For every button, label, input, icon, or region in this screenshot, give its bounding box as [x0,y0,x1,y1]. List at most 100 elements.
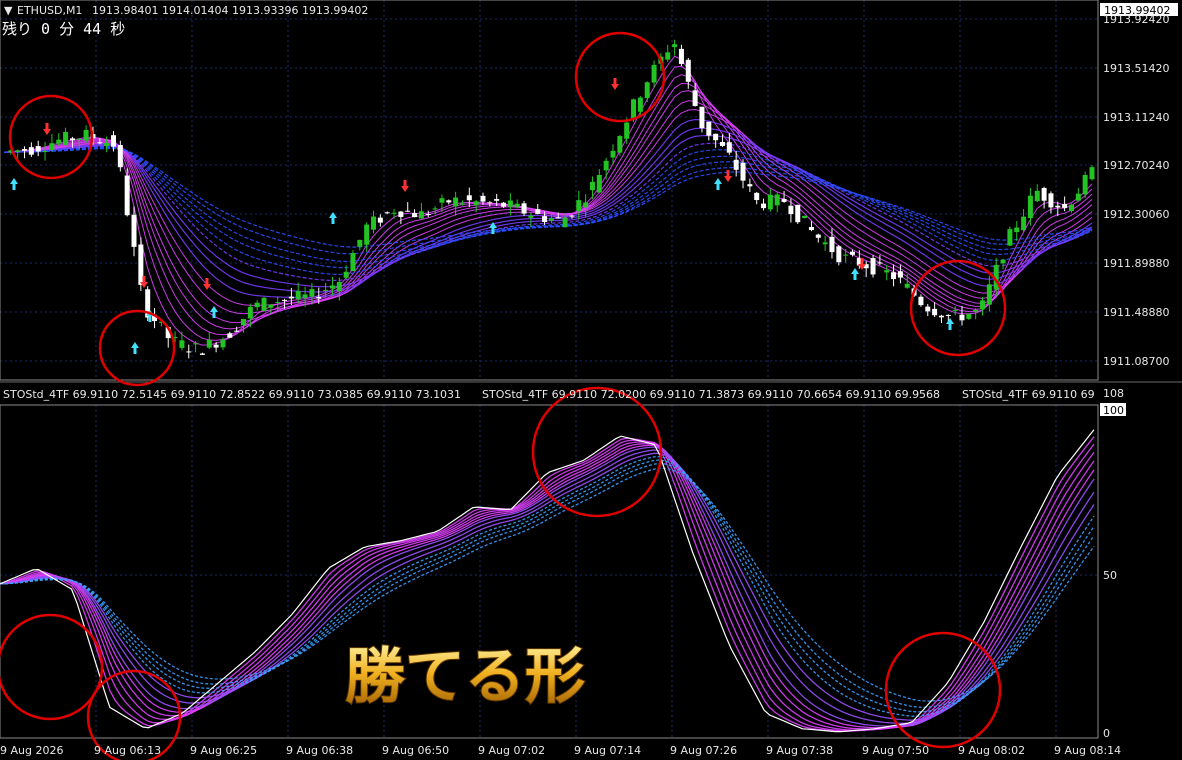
candle-countdown: 残り 0 分 44 秒 [2,20,125,38]
time-tick: 9 Aug 07:50 [862,744,929,757]
ma-ribbon [3,55,1093,346]
candle-body [336,281,342,292]
ohlc-values: 1913.98401 1914.01404 1913.93396 1913.99… [92,4,368,17]
candle-body [973,309,979,312]
candle-body [83,129,89,141]
candle-body [124,175,130,216]
candle-body [843,254,849,256]
ma-line [3,74,1093,336]
chart-window[interactable]: ▼ ETHUSD,M1 1913.98401 1914.01404 1913.9… [0,0,1182,760]
candle-body [637,97,643,112]
time-tick: 9 Aug 06:38 [286,744,353,757]
candle-body [323,290,329,292]
candle-body [548,218,554,221]
price-tick: 1912.30060 [1103,208,1169,221]
ma-line [3,127,1093,293]
candle-body [891,272,897,280]
candle-body [562,217,568,228]
candle-body [446,200,452,203]
candle-body [788,205,794,215]
candle-body [412,212,418,218]
candle-body [678,48,684,64]
time-tick: 9 Aug 2026 [0,744,63,757]
candle-body [1007,229,1013,246]
candle-body [733,159,739,170]
time-tick: 9 Aug 06:50 [382,744,449,757]
candle-body [186,351,192,353]
candle-body [343,271,349,278]
chart-menu-triangle-icon[interactable]: ▼ [4,4,13,17]
candle-body [959,314,965,321]
candle-body [542,216,548,223]
time-tick: 9 Aug 07:14 [574,744,641,757]
price-tick: 1912.70240 [1103,159,1169,172]
candle-body [980,300,986,310]
candle-body [179,340,185,348]
candle-body [507,200,513,207]
circle-mark [574,31,666,123]
candle-body [35,146,41,152]
arrow-down-icon [203,278,211,290]
price-tick: 1911.08700 [1103,355,1169,368]
candle-body [781,199,787,202]
arrow-up-icon [851,268,859,280]
candle-body [199,353,205,355]
candle-body [418,211,424,219]
candle-body [713,133,719,141]
candle-body [398,211,404,217]
candle-body [316,297,322,299]
candle-body [56,139,62,144]
winning-shape-caption: 勝てる形 [345,642,585,712]
candle-body [76,138,82,141]
candle-body [131,214,137,247]
candle-body [938,315,944,318]
candle-body [487,202,493,204]
candle-body [1048,193,1054,208]
candle-body [371,216,377,230]
candle-body [220,339,226,348]
time-tick: 9 Aug 06:13 [94,744,161,757]
candle-body [692,90,698,106]
candle-body [918,296,924,306]
candle-body [651,64,657,83]
price-and-indicator-chart[interactable]: ▼ ETHUSD,M1 1913.98401 1914.01404 1913.9… [0,0,1182,760]
ma-line [3,100,1093,315]
candle-body [754,192,760,200]
candle-body [97,142,103,144]
indicator-axis: 108 100 50 0 [1100,387,1126,740]
candle-body [699,106,705,129]
candle-body [69,138,75,141]
candle-body [453,197,459,207]
candle-body [466,195,472,201]
candle-body [528,215,534,218]
candle-body [665,52,671,60]
ma-line [3,55,1093,346]
candle-body [295,291,301,300]
candle-body [514,203,520,208]
arrow-down-icon [401,180,409,192]
candle-body [425,214,431,216]
candle-body [1089,167,1095,180]
candle-body [808,226,814,231]
candle-body [1021,216,1027,231]
price-tick: 1911.48880 [1103,306,1169,319]
ma-line [4,145,1093,276]
grid [0,0,1098,738]
time-tick: 9 Aug 07:26 [670,744,737,757]
candle-body [240,318,246,326]
candle-body [904,283,910,288]
candle-body [815,234,821,238]
candle-body [117,145,123,168]
candle-body [473,201,479,206]
arrow-up-icon [131,342,139,354]
candle-body [644,82,650,99]
candle-body [884,270,890,273]
candle-body [391,212,397,214]
candle-body [583,202,589,208]
candle-body [747,184,753,187]
candle-body [685,59,691,82]
indicator-header-1: STOStd_4TF 69.9110 72.5145 69.9110 72.85… [3,388,461,401]
candle-body [829,236,835,253]
candle-body [1082,175,1088,195]
candle-body [740,162,746,181]
